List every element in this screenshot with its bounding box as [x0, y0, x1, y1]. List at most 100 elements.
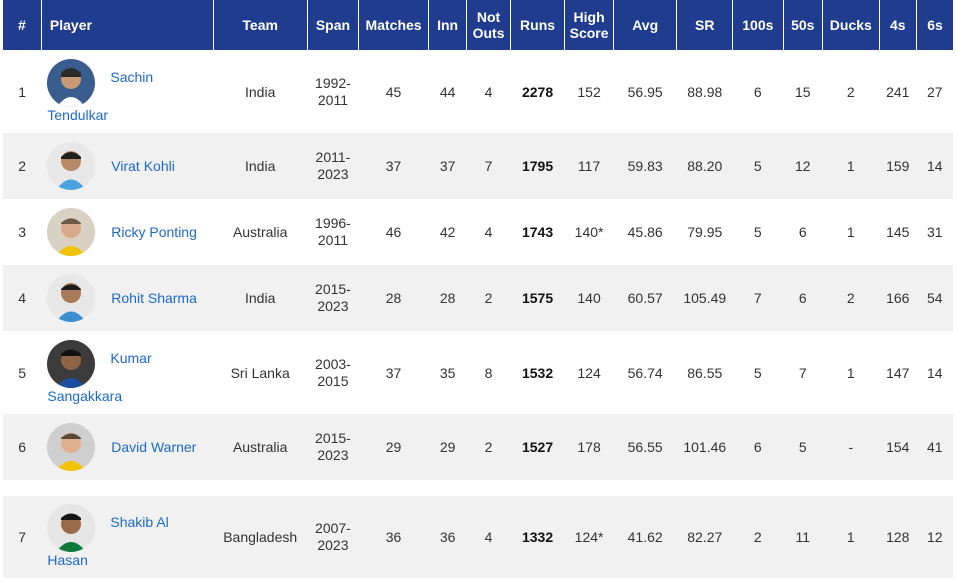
header-high-score[interactable]: High Score	[564, 0, 614, 50]
batting-stats-table: # Player Team Span Matches Inn Not Outs R…	[3, 0, 953, 578]
player-avatar[interactable]	[47, 504, 96, 552]
fours-cell: 241	[879, 50, 917, 133]
player-cell: Ricky Ponting	[41, 199, 214, 265]
inn-cell: 28	[428, 265, 467, 331]
avg-cell: 59.83	[613, 133, 677, 199]
runs-cell: 2278	[510, 50, 565, 133]
player-name-link[interactable]: Sachin	[110, 69, 153, 85]
header-avg[interactable]: Avg	[613, 0, 678, 50]
span-end: 2023	[317, 166, 349, 182]
player-cell: Rohit Sharma	[41, 265, 214, 331]
header-inn[interactable]: Inn	[428, 0, 468, 50]
player-avatar[interactable]	[47, 208, 96, 256]
avg-cell: 56.55	[613, 414, 677, 480]
inn-cell: 35	[428, 331, 467, 414]
row-spacer-cell	[3, 480, 953, 496]
fifties-cell: 6	[783, 265, 823, 331]
player-cell: Shakib Al Hasan	[41, 496, 214, 578]
span-start: 2003-	[315, 355, 351, 372]
sr-cell: 82.27	[676, 496, 733, 578]
player-name-link[interactable]: Virat Kohli	[111, 158, 175, 174]
rank-cell: 4	[3, 265, 42, 331]
header-team[interactable]: Team	[213, 0, 308, 50]
hundreds-cell: 7	[732, 265, 784, 331]
table-row: 4 Rohit Sharma India 2015- 2023 28 28 2 1…	[3, 265, 953, 331]
span-cell: 1992- 2011	[307, 50, 359, 133]
matches-cell: 37	[358, 133, 429, 199]
ducks-cell: 2	[822, 265, 880, 331]
span-end: 2023	[317, 447, 349, 463]
header-matches[interactable]: Matches	[358, 0, 429, 50]
row-spacer	[3, 480, 953, 496]
runs-cell: 1332	[510, 496, 565, 578]
player-name-link[interactable]: David Warner	[111, 439, 196, 455]
sr-cell: 79.95	[676, 199, 733, 265]
player-name-link[interactable]: Ricky Ponting	[111, 224, 197, 240]
header-hundreds[interactable]: 100s	[732, 0, 784, 50]
header-player[interactable]: Player	[41, 0, 214, 50]
table-row: 3 Ricky Ponting Australia 1996- 2011 46 4…	[3, 199, 953, 265]
sixes-cell: 31	[916, 199, 953, 265]
table-row: 5 Kumar Sangakkara Sri Lanka 2003- 2015 3…	[3, 331, 953, 414]
sr-cell: 88.20	[676, 133, 733, 199]
header-fifties[interactable]: 50s	[783, 0, 824, 50]
inn-cell: 37	[428, 133, 467, 199]
header-not-outs[interactable]: Not Outs	[466, 0, 511, 50]
player-name-link-line2[interactable]: Tendulkar	[47, 107, 108, 123]
header-ducks[interactable]: Ducks	[822, 0, 880, 50]
span-start: 1992-	[315, 74, 351, 91]
player-avatar[interactable]	[47, 58, 96, 107]
player-name-link-line2[interactable]: Hasan	[47, 552, 87, 568]
high-score-cell: 124	[564, 331, 614, 414]
player-avatar[interactable]	[47, 423, 96, 471]
player-name-link[interactable]: Kumar	[110, 350, 151, 366]
rank-cell: 3	[3, 199, 42, 265]
player-name-link[interactable]: Shakib Al	[110, 514, 168, 530]
high-score-cell: 152	[564, 50, 614, 133]
matches-cell: 28	[358, 265, 429, 331]
table-row: 6 David Warner Australia 2015- 2023 29 29…	[3, 414, 953, 480]
matches-cell: 36	[358, 496, 429, 578]
rank-cell: 2	[3, 133, 42, 199]
player-cell: Sachin Tendulkar	[41, 50, 214, 133]
hundreds-cell: 6	[732, 414, 784, 480]
ducks-cell: 2	[822, 50, 880, 133]
span-cell: 2003- 2015	[307, 331, 359, 414]
not-outs-cell: 4	[466, 496, 511, 578]
player-name-link-line2[interactable]: Sangakkara	[47, 388, 122, 404]
ducks-cell: -	[822, 414, 880, 480]
fours-cell: 154	[879, 414, 917, 480]
team-cell: Australia	[213, 199, 308, 265]
player-name-link[interactable]: Rohit Sharma	[111, 290, 197, 306]
span-start: 2015-	[315, 430, 351, 446]
header-fours[interactable]: 4s	[879, 0, 917, 50]
player-avatar[interactable]	[47, 339, 96, 388]
span-cell: 2007- 2023	[307, 496, 359, 578]
fifties-cell: 7	[783, 331, 823, 414]
matches-cell: 45	[358, 50, 429, 133]
sixes-cell: 54	[916, 265, 953, 331]
header-rank[interactable]: #	[3, 0, 42, 50]
avg-cell: 60.57	[613, 265, 677, 331]
player-cell: Virat Kohli	[41, 133, 214, 199]
sixes-cell: 12	[916, 496, 953, 578]
team-cell: India	[213, 265, 308, 331]
rank-cell: 1	[3, 50, 42, 133]
ducks-cell: 1	[822, 133, 880, 199]
span-end: 2023	[317, 537, 349, 553]
player-avatar[interactable]	[47, 142, 96, 190]
header-span[interactable]: Span	[307, 0, 360, 50]
header-not-outs-line2: Outs	[472, 25, 505, 41]
high-score-cell: 117	[564, 133, 614, 199]
inn-cell: 29	[428, 414, 467, 480]
header-runs[interactable]: Runs	[510, 0, 566, 50]
team-cell: Australia	[213, 414, 308, 480]
matches-cell: 46	[358, 199, 429, 265]
header-sixes[interactable]: 6s	[916, 0, 953, 50]
fours-cell: 159	[879, 133, 917, 199]
matches-cell: 29	[358, 414, 429, 480]
header-sr[interactable]: SR	[676, 0, 734, 50]
player-avatar[interactable]	[47, 274, 96, 322]
hundreds-cell: 5	[732, 331, 784, 414]
inn-cell: 42	[428, 199, 467, 265]
